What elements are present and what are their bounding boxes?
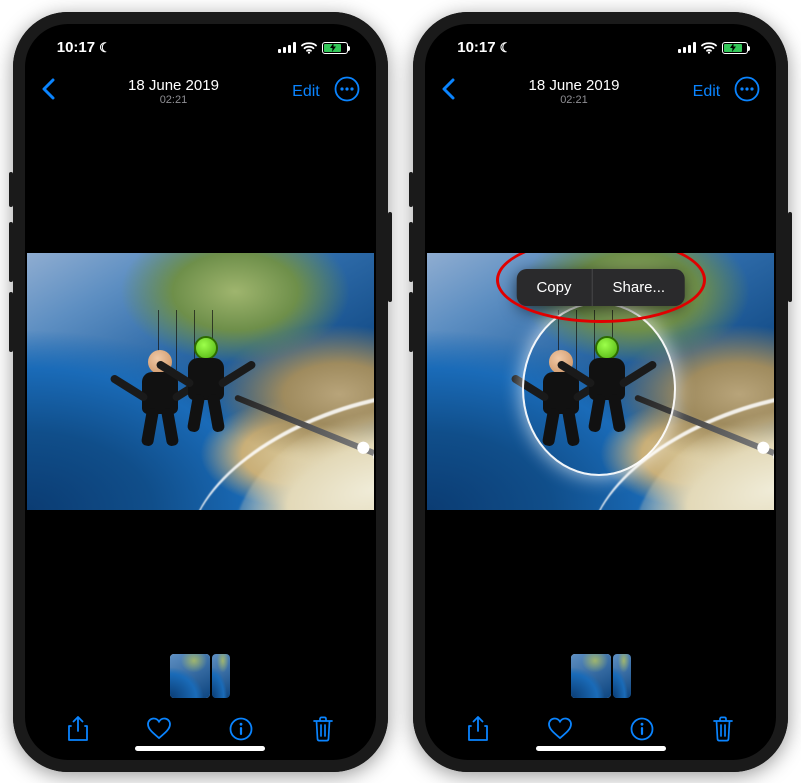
thumbnail-strip[interactable] bbox=[427, 650, 774, 704]
phone-mockup-left: 10:17 ☾ 18 bbox=[13, 12, 388, 772]
favorite-button[interactable] bbox=[137, 717, 181, 741]
thumbnail-strip[interactable] bbox=[27, 650, 374, 704]
photo-date: 18 June 2019 bbox=[529, 77, 620, 94]
delete-button[interactable] bbox=[701, 716, 745, 742]
side-button-vol-up bbox=[9, 222, 13, 282]
screen: 10:17 ☾ 18 bbox=[427, 26, 774, 758]
photo[interactable] bbox=[27, 253, 374, 510]
side-button-power bbox=[388, 212, 392, 302]
cellular-icon bbox=[278, 42, 296, 53]
photo-viewport[interactable] bbox=[27, 114, 374, 650]
context-menu: Copy Share... bbox=[516, 269, 685, 306]
side-button-silent bbox=[409, 172, 413, 207]
info-button[interactable] bbox=[620, 717, 664, 741]
more-button[interactable] bbox=[734, 76, 760, 107]
favorite-button[interactable] bbox=[538, 717, 582, 741]
moon-icon: ☾ bbox=[99, 40, 111, 56]
trash-icon bbox=[712, 716, 734, 742]
ellipsis-circle-icon bbox=[334, 76, 360, 102]
share-icon bbox=[67, 716, 89, 742]
ellipsis-circle-icon bbox=[734, 76, 760, 102]
screen: 10:17 ☾ 18 bbox=[27, 26, 374, 758]
wifi-icon bbox=[301, 42, 317, 54]
notch bbox=[125, 26, 275, 56]
photo-time: 02:21 bbox=[529, 94, 620, 107]
battery-icon bbox=[722, 42, 748, 54]
thumbnail-current[interactable] bbox=[571, 654, 611, 698]
side-button-vol-down bbox=[409, 292, 413, 352]
heart-icon bbox=[146, 717, 172, 741]
back-button[interactable] bbox=[441, 78, 455, 105]
chevron-left-icon bbox=[41, 78, 55, 100]
moon-icon: ☾ bbox=[500, 40, 512, 56]
heart-icon bbox=[547, 717, 573, 741]
edit-button[interactable]: Edit bbox=[693, 83, 721, 101]
status-time: 10:17 bbox=[457, 39, 495, 56]
side-button-vol-down bbox=[9, 292, 13, 352]
phone-mockup-right: 10:17 ☾ 18 bbox=[413, 12, 788, 772]
side-button-vol-up bbox=[409, 222, 413, 282]
delete-button[interactable] bbox=[301, 716, 345, 742]
more-button[interactable] bbox=[334, 76, 360, 107]
thumbnail-next[interactable] bbox=[212, 654, 230, 698]
cellular-icon bbox=[678, 42, 696, 53]
thumbnail-current[interactable] bbox=[170, 654, 210, 698]
charging-bolt-icon bbox=[329, 43, 337, 52]
trash-icon bbox=[312, 716, 334, 742]
chevron-left-icon bbox=[441, 78, 455, 100]
status-time: 10:17 bbox=[57, 39, 95, 56]
wifi-icon bbox=[701, 42, 717, 54]
side-button-silent bbox=[9, 172, 13, 207]
share-button[interactable] bbox=[56, 716, 100, 742]
photo-subjects bbox=[527, 330, 647, 460]
back-button[interactable] bbox=[41, 78, 55, 105]
photo-date: 18 June 2019 bbox=[128, 77, 219, 94]
share-button[interactable] bbox=[456, 716, 500, 742]
share-icon bbox=[467, 716, 489, 742]
info-icon bbox=[229, 717, 253, 741]
info-icon bbox=[630, 717, 654, 741]
photo-viewport[interactable]: Copy Share... bbox=[427, 114, 774, 650]
photo[interactable]: Copy Share... bbox=[427, 253, 774, 510]
thumbnail-next[interactable] bbox=[613, 654, 631, 698]
photo-subjects bbox=[126, 330, 246, 460]
side-button-power bbox=[788, 212, 792, 302]
charging-bolt-icon bbox=[729, 43, 737, 52]
notch bbox=[526, 26, 676, 56]
info-button[interactable] bbox=[219, 717, 263, 741]
battery-icon bbox=[322, 42, 348, 54]
photo-time: 02:21 bbox=[128, 94, 219, 107]
home-indicator[interactable] bbox=[536, 746, 666, 751]
nav-bar: 18 June 2019 02:21 Edit bbox=[427, 70, 774, 114]
home-indicator[interactable] bbox=[135, 746, 265, 751]
context-menu-copy[interactable]: Copy bbox=[516, 269, 591, 306]
edit-button[interactable]: Edit bbox=[292, 83, 320, 101]
context-menu-share[interactable]: Share... bbox=[593, 269, 686, 306]
nav-bar: 18 June 2019 02:21 Edit bbox=[27, 70, 374, 114]
